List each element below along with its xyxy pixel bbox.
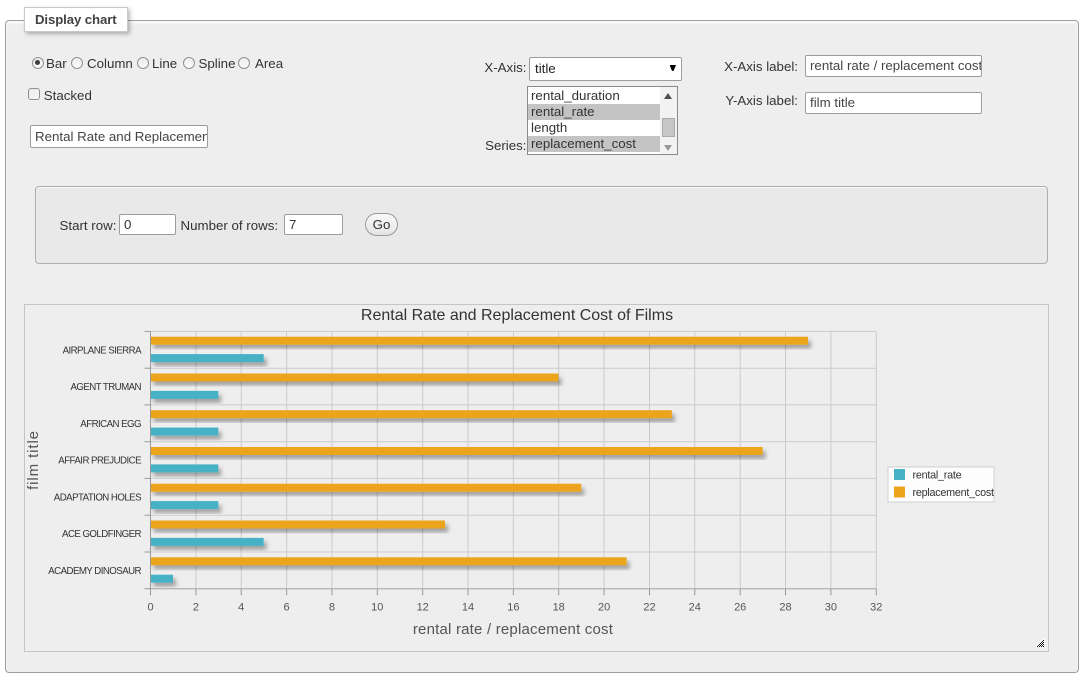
svg-text:rental rate / replacement cost: rental rate / replacement cost [413,621,614,638]
svg-text:AFRICAN EGG: AFRICAN EGG [80,419,141,430]
svg-text:replacement_cost: replacement_cost [913,487,994,499]
svg-text:film title: film title [25,430,42,490]
svg-text:8: 8 [329,602,335,614]
svg-text:22: 22 [643,602,655,614]
svg-text:AFFAIR PREJUDICE: AFFAIR PREJUDICE [58,456,142,467]
svg-text:30: 30 [825,602,837,614]
svg-text:20: 20 [598,602,610,614]
svg-text:AIRPLANE SIERRA: AIRPLANE SIERRA [63,345,143,356]
svg-text:18: 18 [553,602,565,614]
svg-text:2: 2 [193,602,199,614]
svg-text:16: 16 [507,602,519,614]
svg-text:26: 26 [734,602,746,614]
svg-text:4: 4 [238,602,244,614]
svg-text:ACADEMY DINOSAUR: ACADEMY DINOSAUR [48,566,141,577]
svg-text:0: 0 [147,602,153,614]
svg-text:Rental Rate and Replacement Co: Rental Rate and Replacement Cost of Film… [361,307,673,324]
svg-text:28: 28 [779,602,791,614]
svg-text:ACE GOLDFINGER: ACE GOLDFINGER [62,529,142,540]
svg-text:10: 10 [371,602,383,614]
svg-text:6: 6 [284,602,290,614]
svg-text:14: 14 [462,602,474,614]
svg-text:AGENT TRUMAN: AGENT TRUMAN [70,382,141,393]
svg-text:32: 32 [870,602,882,614]
svg-text:ADAPTATION HOLES: ADAPTATION HOLES [54,492,142,503]
svg-text:rental_rate: rental_rate [913,470,962,482]
svg-text:24: 24 [689,602,701,614]
svg-text:12: 12 [417,602,429,614]
